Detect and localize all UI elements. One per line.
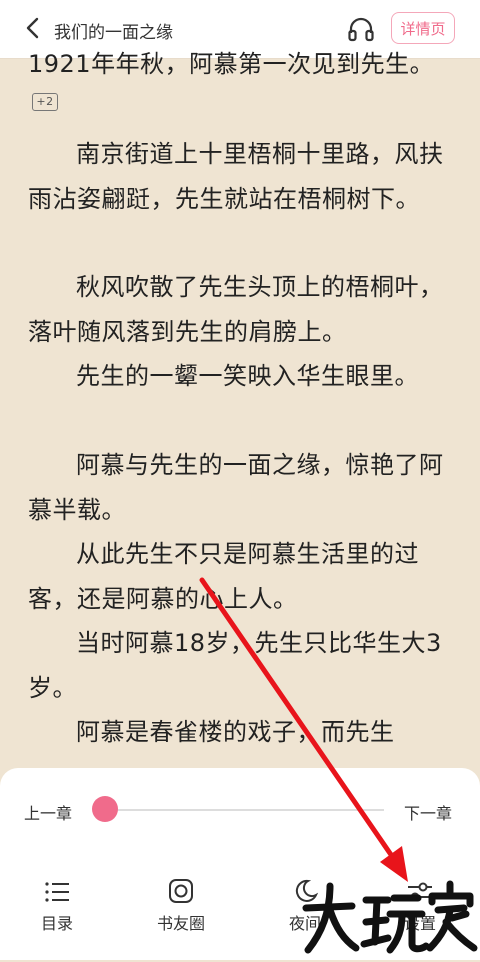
- paragraph-text: 1921年年秋，阿慕第一次见到先生。: [28, 50, 435, 78]
- reading-content: 1921年年秋，阿慕第一次见到先生。 +2 南京街道上十里梧桐十里路，风扶雨沾姿翩…: [0, 40, 480, 800]
- menu-label: 夜间: [288, 914, 321, 933]
- paragraph: 阿慕是春雀楼的戏子，而先生: [76, 718, 395, 746]
- menu-book-circle[interactable]: 书友圈: [141, 868, 221, 934]
- paragraph: 1921年年秋，阿慕第一次见到先生。 +2: [28, 42, 448, 132]
- moon-icon: [295, 879, 318, 902]
- menu-catalog[interactable]: 目录: [17, 868, 97, 934]
- menu-night-mode[interactable]: 夜间: [265, 868, 345, 934]
- paragraph: 先生的一颦一笑映入华生眼里。: [76, 362, 419, 390]
- back-button[interactable]: [18, 14, 46, 42]
- menu-label: 书友圈: [156, 914, 205, 933]
- paragraph: 秋风吹散了先生头顶上的梧桐叶，落叶随风落到先生的肩膀上。: [28, 273, 444, 346]
- paragraph: 南京街道上十里梧桐十里路，风扶雨沾姿翩跹，先生就站在梧桐树下。: [28, 140, 444, 213]
- comment-count-badge[interactable]: +2: [32, 93, 58, 111]
- menu-label: 目录: [40, 914, 73, 933]
- paragraph: 当时阿慕18岁，先生只比华生大3岁。: [28, 629, 442, 702]
- chapter-progress-thumb[interactable]: [92, 796, 118, 822]
- menu-label: 设置: [403, 914, 436, 933]
- settings-icon: [408, 882, 432, 902]
- circle-icon: [169, 879, 193, 903]
- reader-settings-panel: 上一章 下一章 目录 书友圈 夜间 设置: [0, 768, 480, 960]
- chevron-left-icon: [26, 17, 39, 39]
- chapter-progress-track[interactable]: [104, 809, 384, 811]
- paragraph: 从此先生不只是阿慕生活里的过客，还是阿慕的心上人。: [28, 540, 419, 613]
- list-icon: [45, 882, 69, 902]
- previous-chapter-button[interactable]: 上一章: [24, 800, 72, 824]
- menu-settings[interactable]: 设置: [380, 868, 460, 934]
- next-chapter-button[interactable]: 下一章: [404, 800, 452, 824]
- paragraph: 阿慕与先生的一面之缘，惊艳了阿慕半载。: [28, 451, 444, 524]
